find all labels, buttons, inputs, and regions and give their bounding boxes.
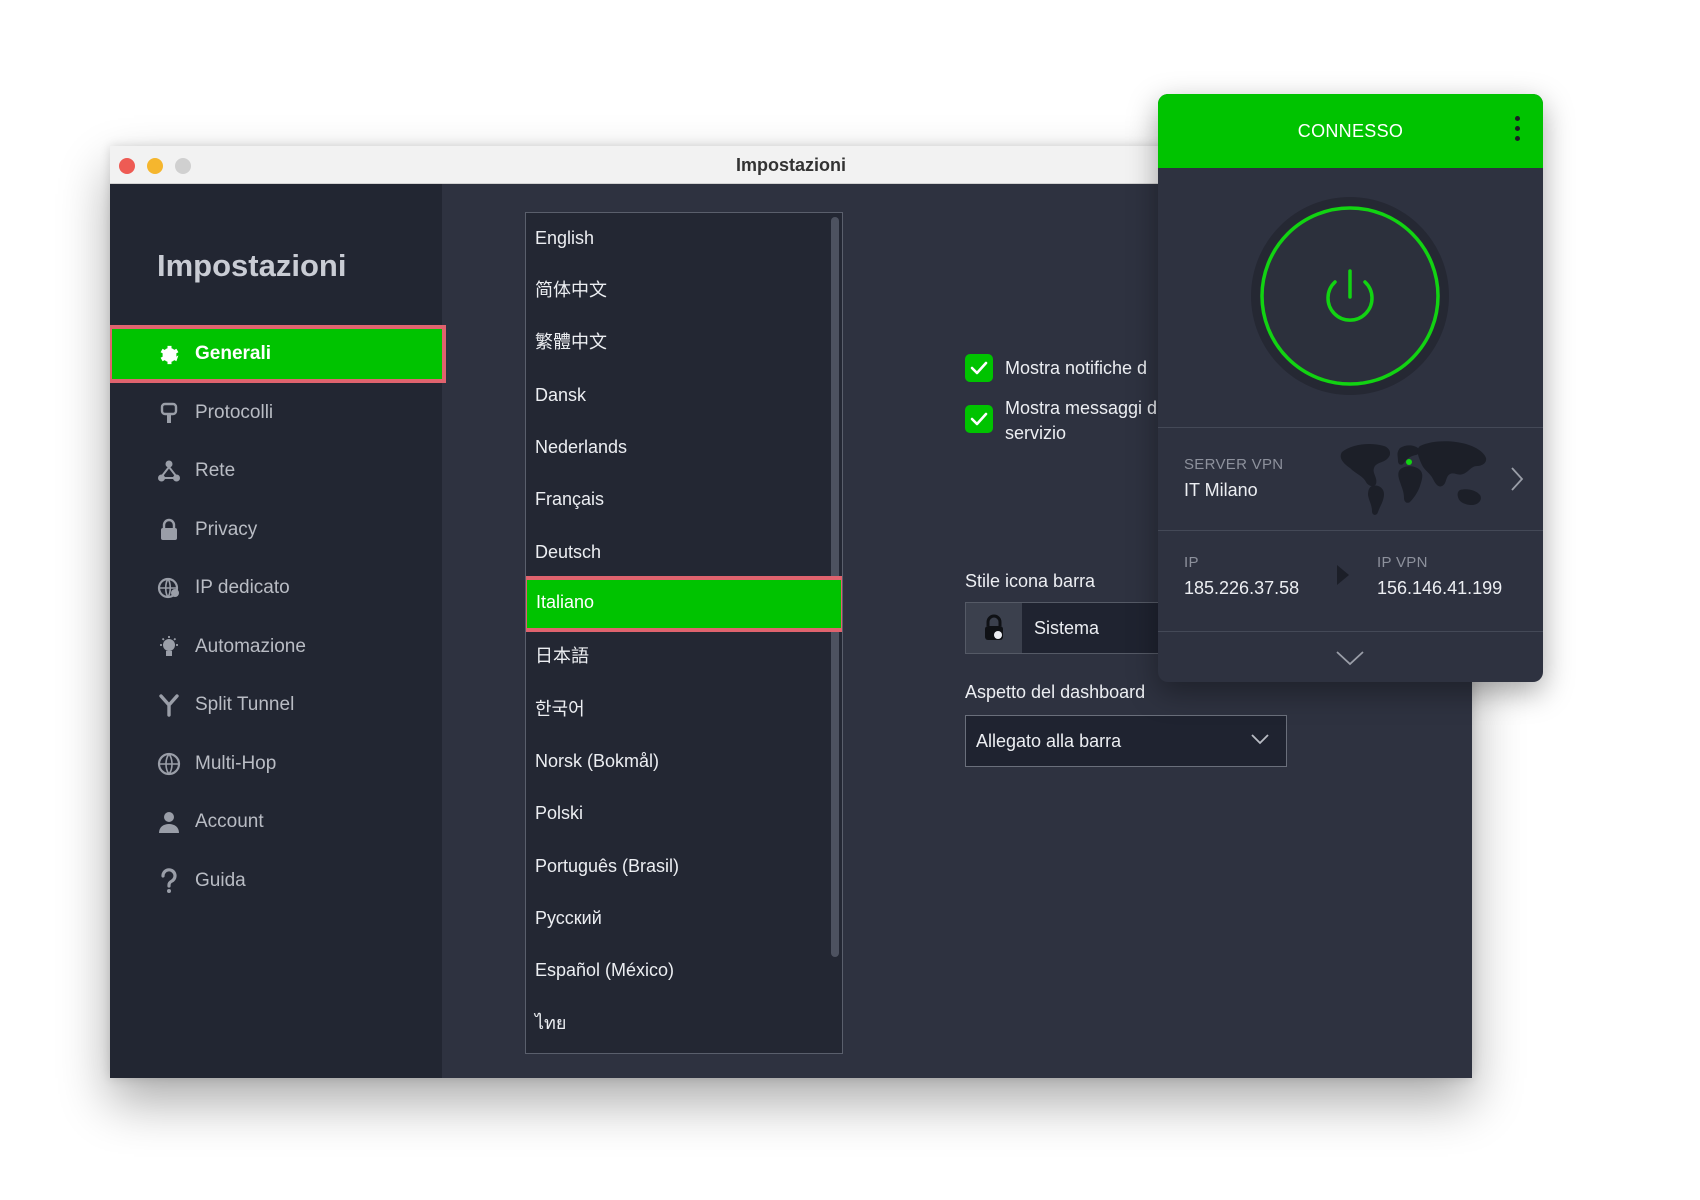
server-selector[interactable]: SERVER VPN IT Milano [1158, 428, 1543, 530]
sidebar-item-label: Privacy [195, 519, 258, 540]
sidebar-item-label: Rete [195, 460, 236, 481]
language-option-russian[interactable]: Русский [526, 893, 828, 943]
more-options-icon[interactable] [1513, 116, 1521, 146]
vpn-ip-caption: IP VPN [1377, 554, 1428, 571]
language-option-thai[interactable]: ไทย [526, 998, 828, 1048]
gear-icon [157, 342, 181, 366]
tray-icon-style-label: Stile icona barra [965, 571, 1096, 591]
lock-icon [157, 518, 181, 542]
show-service-messages-checkbox[interactable] [965, 405, 993, 433]
user-icon [157, 810, 181, 834]
language-list[interactable]: English 简体中文 繁體中文 Dansk Nederlands Franç… [525, 212, 843, 1054]
language-option-nederlands[interactable]: Nederlands [526, 422, 828, 472]
sidebar-item-account[interactable]: Account [110, 793, 442, 851]
language-option-dansk[interactable]: Dansk [526, 370, 828, 420]
globe-pin-icon [157, 576, 181, 600]
server-value: IT Milano [1184, 480, 1258, 500]
language-option-portugues[interactable]: Português (Brasil) [526, 841, 828, 891]
show-service-messages-label: Mostra messaggi d servizio [1005, 396, 1157, 446]
divider [1158, 530, 1543, 531]
sidebar-item-split-tunnel[interactable]: Split Tunnel [110, 676, 442, 734]
power-button[interactable] [1250, 196, 1450, 396]
sidebar-item-rete[interactable]: Rete [110, 442, 442, 500]
protocol-icon [157, 401, 181, 425]
sidebar-item-label: Split Tunnel [195, 694, 295, 715]
connection-status-bar: CONNESSO [1158, 94, 1543, 168]
language-option-traditional-chinese[interactable]: 繁體中文 [526, 317, 828, 367]
question-icon [157, 868, 181, 893]
show-notifications-label: Mostra notifiche d [1005, 358, 1148, 378]
vpn-ip-value: 156.146.41.199 [1377, 578, 1503, 598]
tray-icon-style-value: Sistema [1034, 618, 1100, 638]
divider [1158, 631, 1543, 632]
language-option-polski[interactable]: Polski [526, 788, 828, 838]
arrow-right-icon [1337, 565, 1349, 585]
language-option-japanese[interactable]: 日本語 [526, 631, 828, 681]
sidebar-item-label: IP dedicato [195, 577, 290, 598]
language-option-italiano[interactable]: Italiano [526, 576, 842, 632]
sidebar-item-privacy[interactable]: Privacy [110, 501, 442, 559]
connection-status: CONNESSO [1297, 121, 1404, 141]
dashboard-appearance-label: Aspetto del dashboard [965, 682, 1146, 702]
sidebar-item-protocolli[interactable]: Protocolli [110, 384, 442, 442]
split-icon [157, 693, 181, 717]
chevron-down-icon[interactable] [1335, 650, 1365, 666]
sidebar-item-automazione[interactable]: Automazione [110, 618, 442, 676]
dashboard-appearance-value: Allegato alla barra [976, 731, 1122, 751]
globe-icon [157, 752, 181, 776]
show-service-messages-label-line2: servizio [1005, 423, 1067, 443]
sidebar-item-multi-hop[interactable]: Multi-Hop [110, 735, 442, 793]
sidebar-item-label: Generali [195, 343, 272, 364]
sidebar-item-label: Account [195, 811, 264, 832]
language-option-francais[interactable]: Français [526, 474, 828, 524]
sidebar-item-label: Protocolli [195, 402, 274, 423]
sidebar-item-label: Automazione [195, 636, 306, 657]
chevron-down-icon [1251, 734, 1269, 745]
language-option-english[interactable]: English [526, 213, 828, 263]
chevron-right-icon [1511, 467, 1524, 491]
sidebar-item-guida[interactable]: Guida [110, 852, 442, 910]
bulb-icon [157, 635, 181, 659]
show-notifications-checkbox[interactable] [965, 354, 993, 382]
server-caption: SERVER VPN [1184, 456, 1284, 473]
sidebar-item-ip-dedicato[interactable]: IP dedicato [110, 559, 442, 617]
network-icon [157, 459, 181, 483]
world-map-icon [1340, 441, 1487, 515]
sidebar-item-generali[interactable]: Generali [110, 325, 446, 383]
checkmark-icon [970, 361, 988, 375]
language-option-simplified-chinese[interactable]: 简体中文 [526, 265, 828, 315]
sidebar-item-label: Multi-Hop [195, 753, 277, 774]
language-option-deutsch[interactable]: Deutsch [526, 527, 828, 577]
ip-caption: IP [1184, 554, 1199, 571]
tray-icon-style-selector[interactable]: Sistema [965, 602, 1185, 654]
ip-value: 185.226.37.58 [1184, 578, 1300, 598]
show-service-messages-label-line1: Mostra messaggi d [1005, 398, 1158, 418]
sidebar: Impostazioni Generali Protocolli Rete Pr… [110, 184, 446, 1078]
lock-badge-icon [966, 603, 1022, 653]
language-option-norsk[interactable]: Norsk (Bokmål) [526, 736, 828, 786]
language-option-espanol-mexico[interactable]: Español (México) [526, 945, 828, 995]
language-option-korean[interactable]: 한국어 [526, 684, 828, 734]
sidebar-item-label: Guida [195, 870, 246, 891]
checkmark-icon [970, 412, 988, 426]
sidebar-title: Impostazioni [157, 248, 347, 283]
vpn-dashboard-popup: CONNESSO SERVER VPN IT Milano IP 185.226… [1158, 94, 1543, 682]
dashboard-appearance-select[interactable]: Allegato alla barra [965, 715, 1287, 767]
